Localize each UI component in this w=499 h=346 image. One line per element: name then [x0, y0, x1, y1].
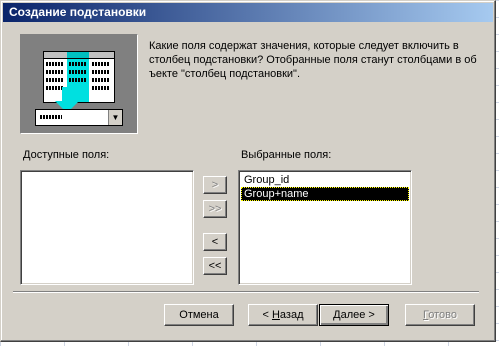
remove-field-button[interactable]: < — [203, 233, 227, 251]
finish-button[interactable]: Готово — [405, 304, 475, 326]
wizard-description: Какие поля содержат значения, которые сл… — [149, 40, 477, 80]
available-fields-list[interactable] — [20, 170, 194, 285]
list-item[interactable]: Group_id — [241, 173, 409, 187]
title-bar[interactable]: Создание подстановки — [3, 3, 493, 22]
window-title: Создание подстановки — [9, 5, 147, 19]
add-field-button[interactable]: > — [203, 176, 227, 194]
lookup-wizard-dialog: Создание подстановки ▼ Какие поля содерж… — [0, 0, 496, 342]
selected-fields-list[interactable]: Group_id Group+name — [238, 170, 412, 285]
wizard-illustration: ▼ — [20, 34, 138, 134]
back-button[interactable]: < Назад — [248, 304, 318, 326]
next-button[interactable]: Далее > — [319, 304, 389, 326]
arrow-down-icon — [62, 87, 72, 101]
footer-separator — [13, 291, 479, 293]
add-all-fields-button[interactable]: >> — [203, 200, 227, 218]
available-fields-label: Доступные поля: — [23, 149, 110, 161]
list-item-selected[interactable]: Group+name — [241, 187, 409, 201]
table-icon — [43, 51, 115, 103]
cancel-button[interactable]: Отмена — [164, 304, 234, 326]
selected-fields-label: Выбранные поля: — [241, 149, 332, 161]
remove-all-fields-button[interactable]: << — [203, 257, 227, 275]
combo-box-icon: ▼ — [35, 109, 123, 126]
